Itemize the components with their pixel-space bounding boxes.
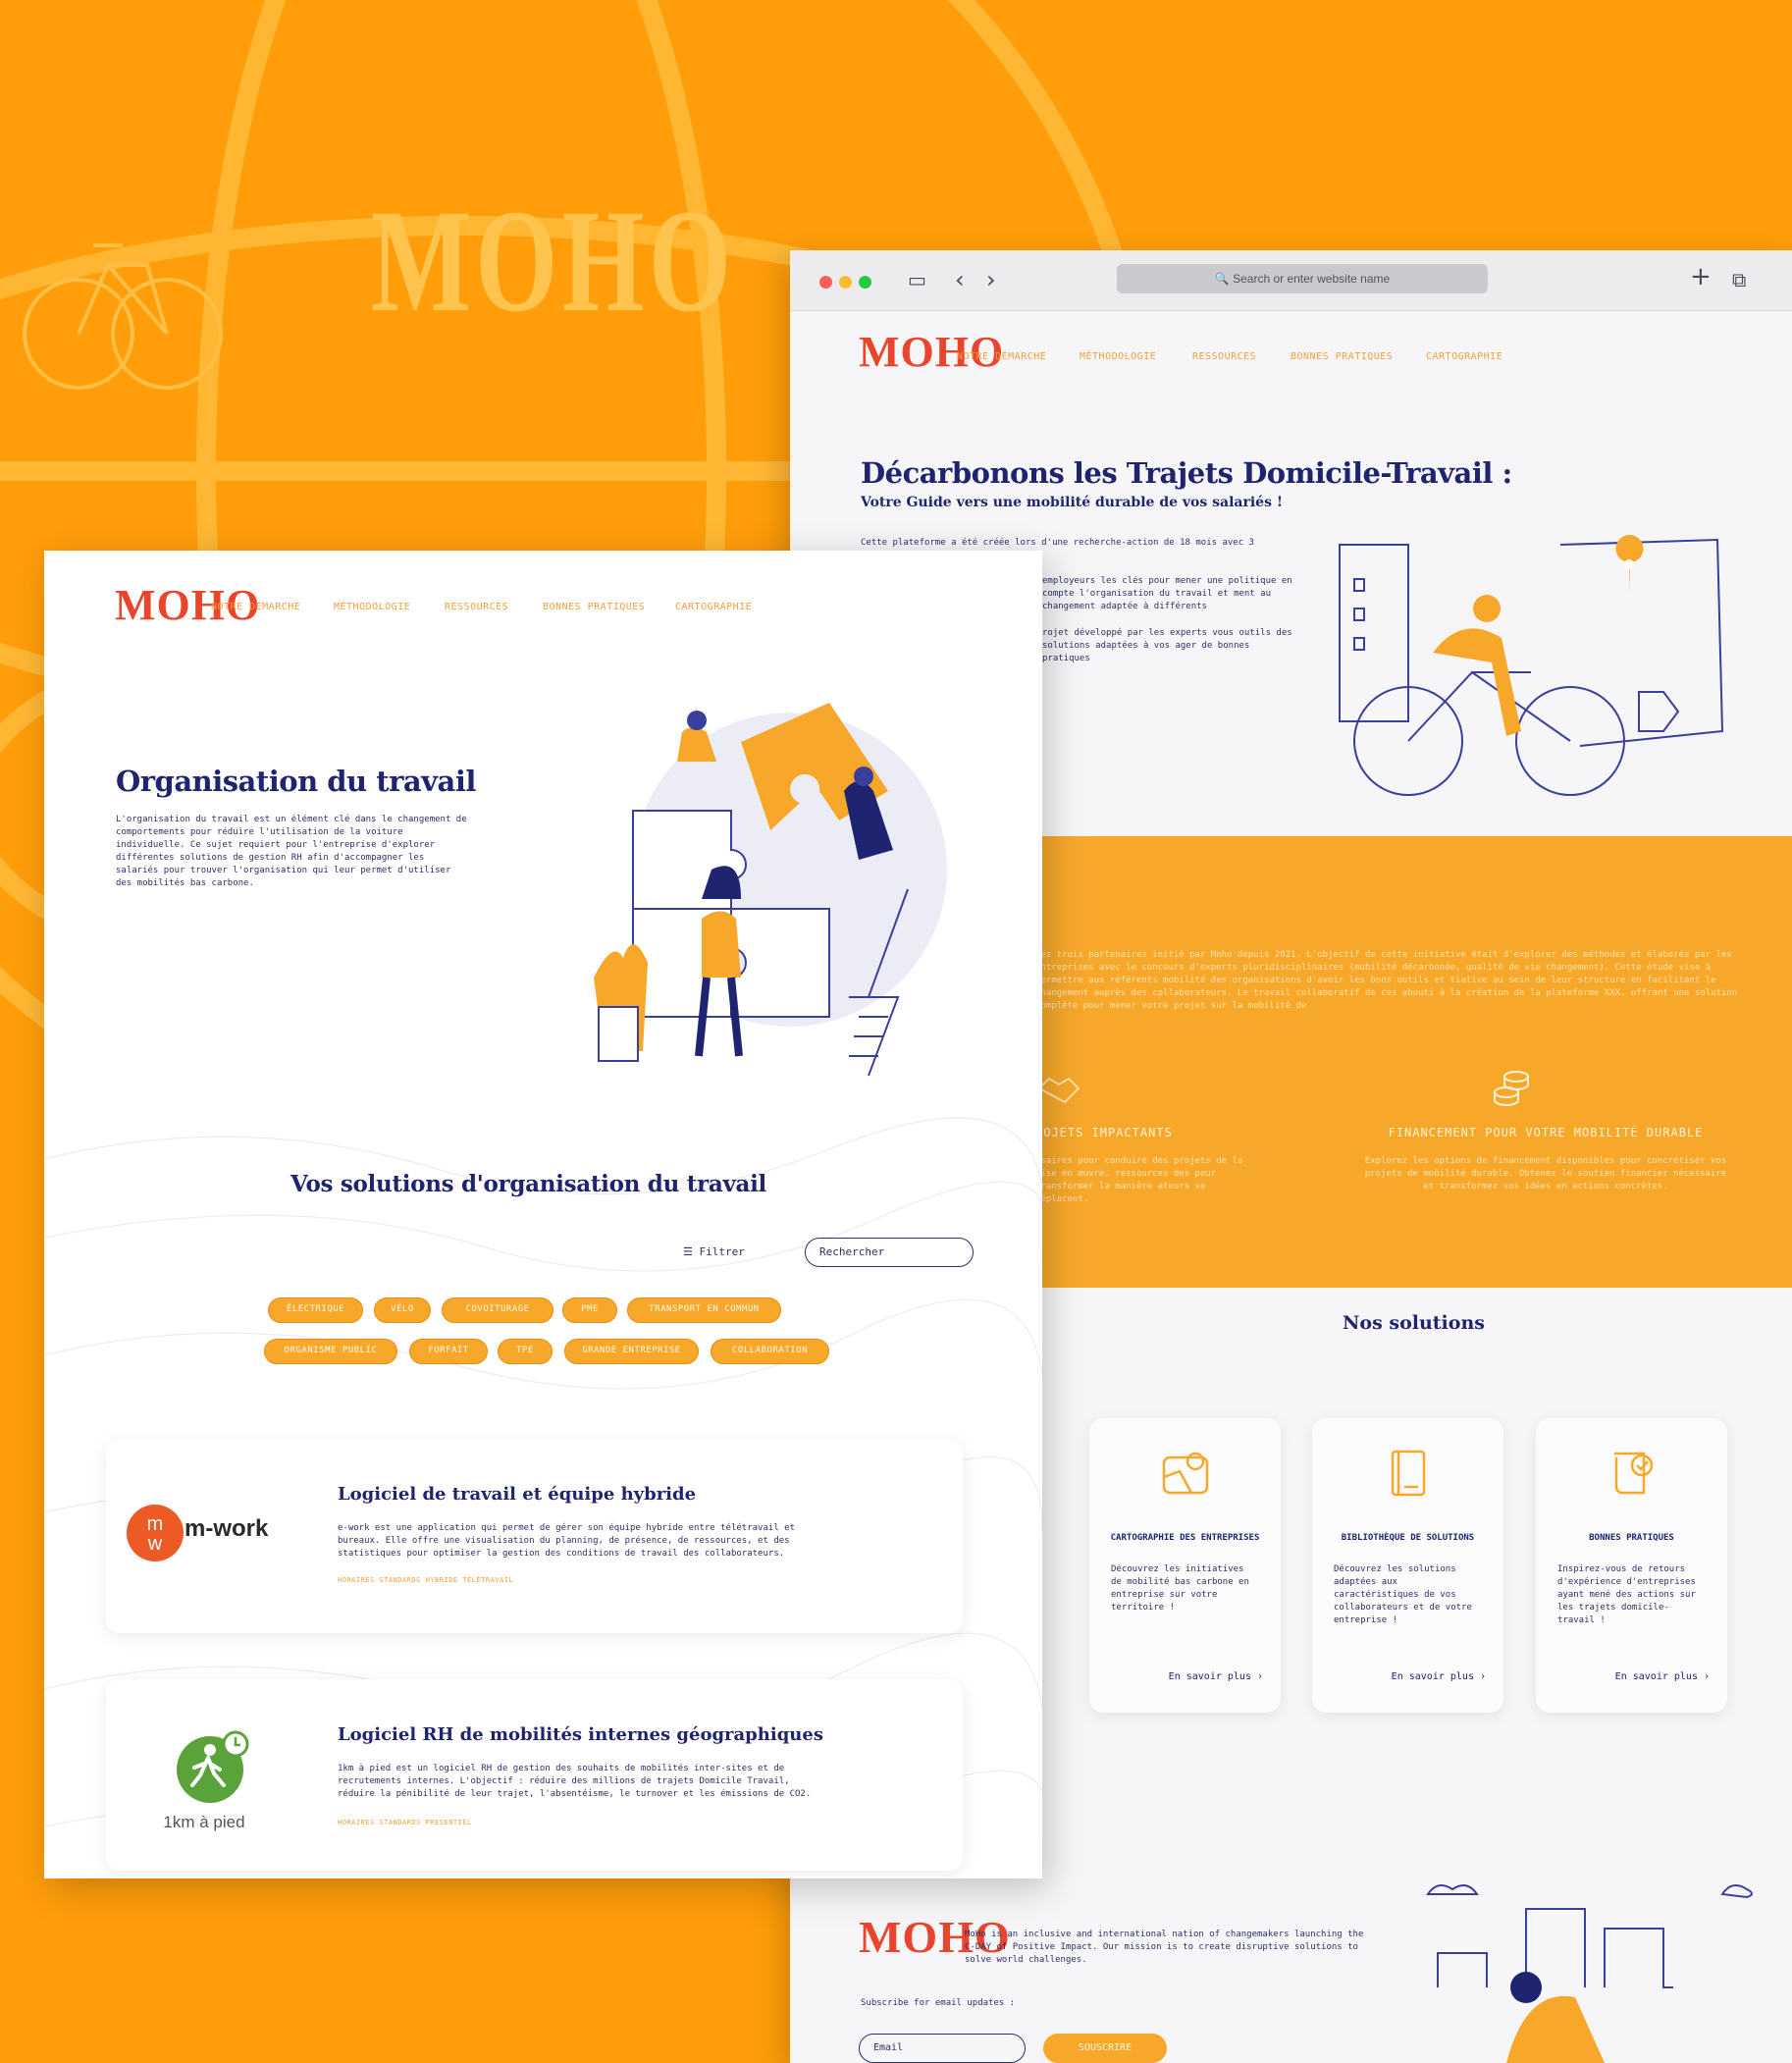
subscribe-label: Subscribe for email updates : — [861, 1998, 1016, 2008]
zoom-window-button[interactable] — [859, 276, 871, 289]
1km-a-pied-logo-text: 1km à pied — [163, 1813, 245, 1831]
svg-text:m: m — [147, 1513, 164, 1535]
card-title[interactable]: Logiciel de travail et équipe hybride — [338, 1484, 696, 1505]
page-description: L'organisation du travail est un élément… — [116, 815, 467, 888]
cyclist-illustration — [1339, 535, 1724, 796]
card-tags: HORAIRES STANDARDS HYBRIDE TÉLÉTRAVAIL — [338, 1576, 514, 1584]
nav-link-methodologie[interactable]: MÉTHODOLOGIE — [1080, 351, 1156, 362]
forward-icon[interactable]: › — [986, 266, 996, 293]
address-bar-placeholder: Search or enter website name — [1233, 272, 1391, 286]
solution-card-bibliotheque[interactable]: BIBLIOTHÈQUE DE SOLUTIONS Découvrez les … — [1312, 1418, 1503, 1713]
tabs-overview-icon[interactable]: ⧉ — [1732, 268, 1746, 291]
solution-card-bonnes-pratiques[interactable]: BONNES PRATIQUES Inspirez-vous de retour… — [1536, 1418, 1727, 1713]
m-work-logo-text: m-work — [184, 1515, 269, 1542]
card-description: 1km à pied est un logiciel RH de gestion… — [338, 1764, 812, 1799]
background-logo: MOHO — [371, 180, 736, 343]
chip-collaboration[interactable]: COLLABORATION — [711, 1339, 829, 1364]
solution-card-description: Découvrez les solutions adaptées aux car… — [1334, 1564, 1472, 1625]
chip-grande-entreprise[interactable]: GRANDE ENTREPRISE — [564, 1339, 699, 1364]
learn-more-link[interactable]: En savoir plus › — [1615, 1671, 1710, 1682]
feature-projects-title: ROJETS IMPACTANTS — [1035, 1126, 1173, 1139]
solution-card-description: Découvrez les initiatives de mobilité ba… — [1111, 1564, 1249, 1613]
nav-link-demarche[interactable]: NOTRE DÉMARCHE — [957, 351, 1046, 362]
web-page-organisation: MOHO NOTRE DÉMARCHE MÉTHODOLOGIE RESSOUR… — [44, 551, 1042, 1878]
chip-pme[interactable]: PME — [562, 1297, 617, 1323]
learn-more-link[interactable]: En savoir plus › — [1169, 1671, 1263, 1682]
nav-link-methodologie[interactable]: MÉTHODOLOGIE — [334, 602, 410, 612]
sidebar-icon[interactable]: ▭ — [908, 268, 926, 291]
city-cyclist-illustration — [1426, 1884, 1753, 2063]
subscribe-button[interactable]: SOUSCRIRE — [1043, 2034, 1167, 2063]
chip-organisme-public[interactable]: ORGANISME PUBLIC — [264, 1339, 397, 1364]
solution-card-cartographie[interactable]: CARTOGRAPHIE DES ENTREPRISES Découvrez l… — [1089, 1418, 1281, 1713]
book-icon — [1391, 1450, 1426, 1497]
solution-card-title: CARTOGRAPHIE DES ENTREPRISES — [1110, 1533, 1260, 1543]
hero-paragraph-1: Cette plateforme a été créée lors d'une … — [861, 538, 1254, 548]
solution-card-description: Inspirez-vous de retours d'expérience d'… — [1557, 1564, 1696, 1625]
nav-link-ressources[interactable]: RESSOURCES — [445, 602, 508, 612]
filter-icon: ☰ — [683, 1245, 700, 1258]
close-window-button[interactable] — [819, 276, 832, 289]
filter-label: Filtrer — [699, 1245, 745, 1258]
svg-text:w: w — [147, 1533, 163, 1555]
map-pin-icon — [1162, 1452, 1209, 1495]
feature-funding-description: Explorez les options de financement disp… — [1364, 1156, 1727, 1191]
solution-card-title: BIBLIOTHÈQUE DE SOLUTIONS — [1341, 1533, 1475, 1543]
browser-toolbar: ▭ ‹ › 🔍 Search or enter website name + ⧉ — [790, 250, 1792, 311]
nav-link-demarche[interactable]: NOTRE DÉMARCHE — [211, 602, 300, 612]
hero-subtitle: Votre Guide vers une mobilité durable de… — [861, 495, 1283, 510]
about-text: ces trois partenaires initié par Moho de… — [1035, 950, 1738, 1011]
chip-velo[interactable]: VÉLO — [374, 1297, 431, 1323]
card-description: e-work est une application qui permet de… — [338, 1523, 795, 1559]
handshake-icon — [1037, 1077, 1080, 1104]
scroll-check-icon — [1614, 1452, 1654, 1495]
chip-transport-en-commun[interactable]: TRANSPORT EN COMMUN — [627, 1297, 781, 1323]
solution-card-1km-a-pied[interactable]: 1km à pied Logiciel RH de mobilités inte… — [106, 1679, 963, 1871]
back-icon[interactable]: ‹ — [955, 266, 965, 293]
chip-tpe[interactable]: TPE — [498, 1339, 553, 1364]
feature-projects-description: ssaires pour conduire des projets de la … — [1035, 1156, 1243, 1204]
nav-link-ressources[interactable]: RESSOURCES — [1192, 351, 1256, 362]
card-title[interactable]: Logiciel RH de mobilités internes géogra… — [338, 1724, 823, 1745]
hero-title: Décarbonons les Trajets Domicile-Travail… — [861, 456, 1512, 490]
nav-link-cartographie[interactable]: CARTOGRAPHIE — [675, 602, 752, 612]
walking-person-icon — [177, 1730, 249, 1803]
filter-button[interactable]: ☰ Filtrer — [683, 1245, 745, 1258]
solution-card-title: BONNES PRATIQUES — [1589, 1533, 1674, 1543]
new-tab-icon[interactable]: + — [1690, 262, 1712, 291]
search-input[interactable]: Rechercher — [805, 1238, 974, 1267]
solution-card-m-work[interactable]: m w m-work Logiciel de travail et équipe… — [106, 1439, 963, 1633]
card-tags: HORAIRES STANDARDS PRESENTIEL — [338, 1819, 472, 1826]
nav-link-cartographie[interactable]: CARTOGRAPHIE — [1426, 351, 1502, 362]
chip-forfait[interactable]: FORFAIT — [409, 1339, 488, 1364]
email-input[interactable]: Email — [859, 2034, 1026, 2063]
footer-text: MoHo is an inclusive and international n… — [965, 1930, 1364, 1965]
coins-icon — [1494, 1071, 1529, 1106]
page-title: Organisation du travail — [116, 765, 476, 798]
solutions-section-title: Vos solutions d'organisation du travail — [290, 1171, 766, 1197]
minimize-window-button[interactable] — [839, 276, 852, 289]
nav-link-bonnes-pratiques[interactable]: BONNES PRATIQUES — [543, 602, 645, 612]
nav-link-bonnes-pratiques[interactable]: BONNES PRATIQUES — [1291, 351, 1393, 362]
chip-electrique[interactable]: ÉLECTRIQUE — [268, 1297, 363, 1323]
address-bar[interactable]: 🔍 Search or enter website name — [1117, 264, 1488, 293]
learn-more-link[interactable]: En savoir plus › — [1392, 1671, 1486, 1682]
feature-funding-title: FINANCEMENT POUR VOTRE MOBILITÉ DURABLE — [1388, 1126, 1704, 1139]
puzzle-teamwork-illustration — [594, 703, 947, 1076]
chip-covoiturage[interactable]: COVOITURAGE — [442, 1297, 553, 1323]
